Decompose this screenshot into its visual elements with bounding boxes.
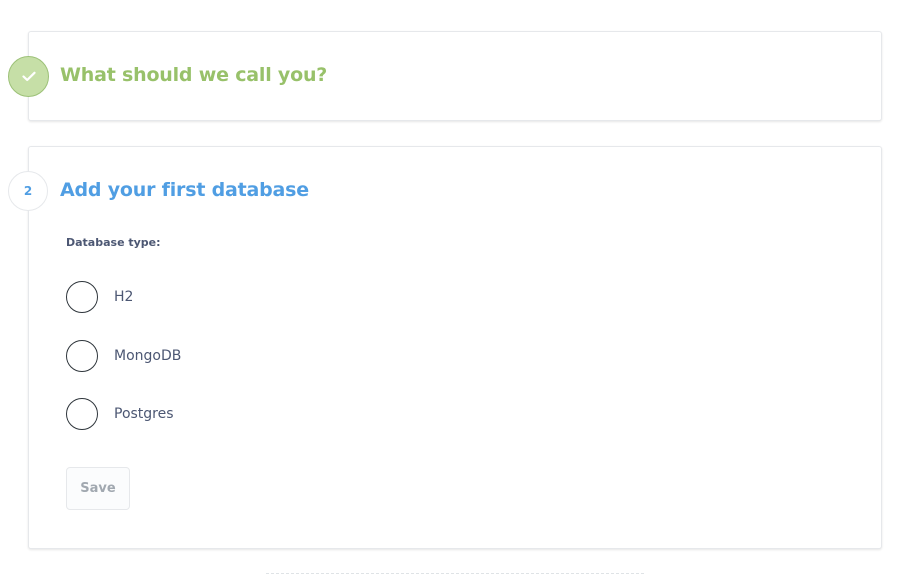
step-2-number-badge: 2 — [8, 171, 48, 211]
radio-button[interactable] — [66, 340, 98, 372]
step-1-complete-badge — [8, 56, 49, 97]
radio-button[interactable] — [66, 398, 98, 430]
save-button[interactable]: Save — [66, 467, 130, 510]
database-option-label: H2 — [114, 289, 134, 305]
setup-page: What should we call you? 2 Add your firs… — [0, 0, 912, 575]
divider — [266, 573, 644, 574]
database-option-mongodb[interactable]: MongoDB — [66, 339, 181, 373]
check-icon — [21, 67, 36, 86]
database-option-label: Postgres — [114, 406, 174, 422]
database-type-label: Database type: — [66, 236, 161, 249]
database-option-postgres[interactable]: Postgres — [66, 397, 174, 431]
radio-button[interactable] — [66, 281, 98, 313]
step-1-title[interactable]: What should we call you? — [60, 64, 327, 86]
database-option-label: MongoDB — [114, 348, 182, 364]
database-option-h2[interactable]: H2 — [66, 280, 133, 314]
step-2-title: Add your first database — [60, 179, 309, 201]
